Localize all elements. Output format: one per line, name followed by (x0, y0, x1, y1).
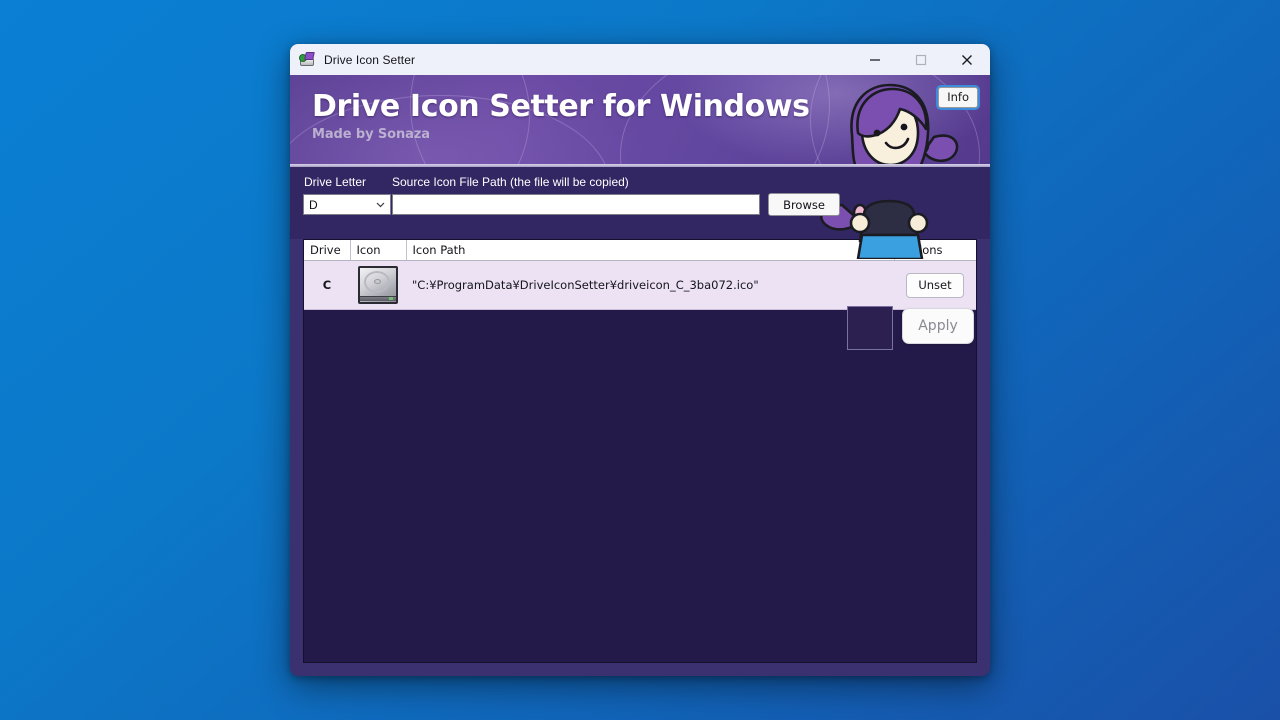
apply-button[interactable]: Apply (902, 308, 974, 344)
hard-drive-icon (356, 263, 400, 307)
source-path-input[interactable] (392, 194, 760, 215)
application-window: Drive Icon Setter Drive Icon Setter for … (290, 44, 990, 676)
drive-letter-value: D (309, 197, 318, 212)
icon-preview-box (847, 306, 893, 350)
cell-drive-icon (350, 260, 406, 310)
hero-text-block: Drive Icon Setter for Windows Made by So… (312, 91, 810, 142)
chevron-down-icon (375, 199, 386, 210)
page-title: Drive Icon Setter for Windows (312, 89, 810, 124)
cell-actions: Unset (894, 260, 976, 310)
drive-letter-label: Drive Letter (304, 175, 367, 189)
hero-divider (290, 164, 990, 167)
table-header-row: Drive Icon Icon Path Actions (304, 240, 976, 261)
window-title: Drive Icon Setter (324, 52, 416, 67)
title-bar: Drive Icon Setter (290, 44, 990, 75)
unset-button[interactable]: Unset (906, 272, 964, 298)
source-path-label: Source Icon File Path (the file will be … (392, 175, 629, 189)
browse-button[interactable]: Browse (768, 193, 840, 216)
drive-table: Drive Icon Icon Path Actions C "C:¥Progr… (304, 240, 976, 310)
desktop-background: Drive Icon Setter Drive Icon Setter for … (0, 0, 1280, 720)
hero-banner: Drive Icon Setter for Windows Made by So… (290, 75, 990, 167)
caption-button-group (852, 44, 990, 75)
close-icon[interactable] (944, 44, 990, 75)
column-header-path: Icon Path (406, 240, 895, 261)
controls-bar: Drive Letter Source Icon File Path (the … (290, 167, 990, 350)
info-button[interactable]: Info (938, 87, 978, 108)
column-header-icon: Icon (350, 240, 407, 261)
drive-icon (299, 51, 315, 68)
cell-drive-letter: C (304, 260, 350, 310)
column-header-drive: Drive (304, 240, 351, 261)
drive-letter-select[interactable]: D (303, 194, 391, 215)
column-header-actions: Actions (894, 240, 976, 261)
page-subtitle: Made by Sonaza (312, 126, 430, 142)
table-row[interactable]: C "C:¥ProgramData¥DriveIconSetter¥drivei… (304, 260, 976, 310)
drive-list-panel: Drive Icon Icon Path Actions C "C:¥Progr… (303, 239, 977, 663)
maximize-icon[interactable] (898, 44, 944, 75)
cell-icon-path: "C:¥ProgramData¥DriveIconSetter¥driveico… (406, 260, 894, 310)
minimize-icon[interactable] (852, 44, 898, 75)
